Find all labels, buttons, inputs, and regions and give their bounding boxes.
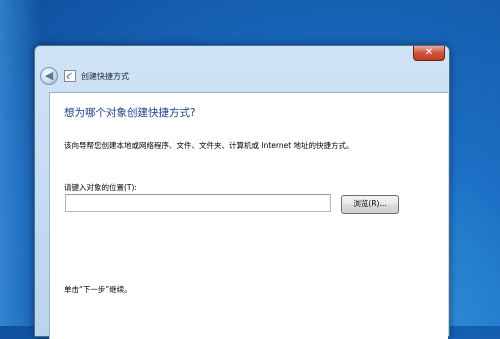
page-heading: 想为哪个对象创建快捷方式? bbox=[64, 107, 196, 119]
window-title: 创建快捷方式 bbox=[81, 71, 129, 81]
location-label: 请键入对象的位置(T): bbox=[64, 183, 137, 192]
browse-button[interactable]: 浏览(R)... bbox=[341, 195, 399, 214]
close-icon: ✕ bbox=[424, 47, 434, 58]
wizard-content: 想为哪个对象创建快捷方式? 该向导帮您创建本地或网络程序、文件、文件夹、计算机或… bbox=[49, 92, 448, 339]
description-text: 该向导帮您创建本地或网络程序、文件、文件夹、计算机或 Internet 地址的快… bbox=[64, 141, 354, 150]
shortcut-icon bbox=[64, 70, 76, 82]
title-bar: ◀ 创建快捷方式 bbox=[40, 66, 129, 86]
back-button[interactable]: ◀ bbox=[40, 67, 58, 85]
create-shortcut-dialog: ✕ ◀ 创建快捷方式 想为哪个对象创建快捷方式? 该向导帮您创建本地或网络程序、… bbox=[34, 45, 450, 339]
hint-text: 单击“下一步”继续。 bbox=[64, 285, 132, 294]
close-button[interactable]: ✕ bbox=[413, 46, 445, 61]
location-input[interactable] bbox=[65, 194, 331, 212]
back-arrow-icon: ◀ bbox=[44, 69, 54, 82]
